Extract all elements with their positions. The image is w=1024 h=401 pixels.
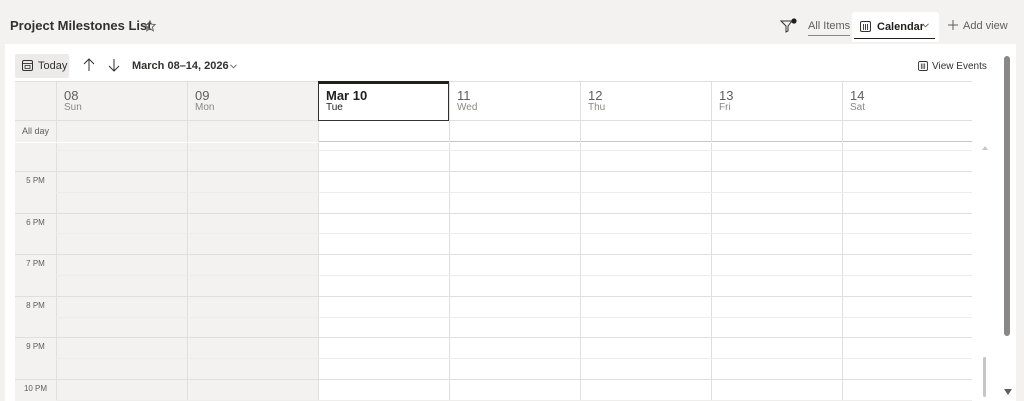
all-day-cell[interactable]: [580, 121, 711, 142]
view-all-items[interactable]: All Items: [808, 20, 851, 36]
day-name: Wed: [457, 102, 478, 113]
all-day-label: All day: [15, 121, 56, 142]
day-header-row: 08 Sun 09 Mon Mar 10 Tue 11 Wed 12 Thu 13 Fri 14 Sat: [15, 81, 973, 121]
hour-label: 5 PM: [26, 176, 45, 185]
day-number: Mar 10: [326, 88, 368, 103]
day-number: 09: [195, 88, 210, 103]
day-header-wed[interactable]: 11 Wed: [449, 82, 580, 121]
chevron-down-icon[interactable]: [230, 64, 237, 69]
day-name: Fri: [719, 102, 731, 113]
week-calendar: 08 Sun 09 Mon Mar 10 Tue 11 Wed 12 Thu 13 Fri 14 Sat …: [15, 81, 972, 401]
hour-line: [15, 379, 972, 380]
chevron-down-icon: [922, 23, 929, 28]
half-hour-line: [56, 150, 972, 152]
calendar-scrollbar[interactable]: [980, 144, 990, 401]
day-header-mon[interactable]: 09 Mon: [187, 82, 318, 121]
calendar-icon[interactable]: [918, 61, 928, 71]
day-name: Sat: [850, 102, 866, 113]
calendar-icon: [22, 60, 33, 71]
scroll-down-icon[interactable]: [1004, 389, 1012, 395]
arrow-down-icon[interactable]: [108, 58, 120, 72]
today-button[interactable]: Today: [15, 54, 69, 78]
calendar-icon: [860, 21, 871, 32]
day-column[interactable]: [580, 143, 711, 401]
selected-view-underline: [854, 38, 935, 39]
day-header-sun[interactable]: 08 Sun: [56, 82, 187, 121]
calendar-toolbar: Today March 08–14, 2026 View Events: [5, 44, 1016, 82]
day-column[interactable]: [318, 143, 449, 401]
half-hour-line: [56, 233, 972, 234]
hour-label: 8 PM: [26, 301, 45, 310]
all-day-row: All day: [15, 120, 972, 142]
hour-label: 6 PM: [26, 218, 45, 227]
all-day-cell[interactable]: [842, 121, 973, 142]
day-name: Sun: [64, 102, 82, 113]
view-calendar-label: Calendar: [877, 21, 925, 33]
half-hour-line: [56, 317, 972, 318]
hour-line: [15, 213, 972, 214]
page-scrollbar[interactable]: [1003, 52, 1013, 401]
command-bar: Project Milestones List All Items Calend…: [0, 0, 1024, 44]
day-header-fri[interactable]: 13 Fri: [711, 82, 842, 121]
all-day-cell[interactable]: [56, 121, 187, 142]
all-day-cell[interactable]: [318, 121, 449, 142]
all-day-cell[interactable]: [711, 121, 842, 142]
day-column[interactable]: [449, 143, 580, 401]
filter-icon[interactable]: [780, 18, 798, 34]
calendar-panel: Today March 08–14, 2026 View Events 08 Su…: [5, 44, 1016, 401]
add-view-button[interactable]: Add view: [963, 20, 1008, 32]
day-header-thu[interactable]: 12 Thu: [580, 82, 711, 121]
view-calendar-tab[interactable]: Calendar: [852, 12, 939, 42]
hour-label: 10 PM: [23, 384, 48, 393]
day-column[interactable]: [711, 143, 842, 401]
day-number: 11: [457, 88, 471, 103]
day-name: Tue: [326, 102, 343, 113]
hour-line: [15, 337, 972, 338]
half-hour-line: [56, 275, 972, 276]
day-header-sat[interactable]: 14 Sat: [842, 82, 973, 121]
hour-line: [15, 254, 972, 255]
view-events-button[interactable]: View Events: [932, 61, 987, 72]
day-name: Mon: [195, 102, 215, 113]
header-gutter: [15, 82, 56, 121]
today-label: Today: [38, 60, 68, 72]
day-name: Thu: [588, 102, 606, 113]
time-grid: 5 PM 6 PM 7 PM 8 PM 9 PM 10 PM: [15, 143, 972, 401]
scrollbar-thumb[interactable]: [983, 357, 986, 397]
day-number: 08: [64, 88, 79, 103]
day-column[interactable]: [842, 143, 973, 401]
arrow-up-icon[interactable]: [83, 58, 95, 72]
half-hour-line: [56, 358, 972, 359]
hour-line: [15, 171, 972, 172]
plus-icon[interactable]: [948, 20, 958, 30]
page-title: Project Milestones List: [10, 18, 152, 33]
day-column[interactable]: [56, 143, 187, 401]
day-column[interactable]: [187, 143, 318, 401]
day-number: 12: [588, 88, 603, 103]
day-header-tue[interactable]: Mar 10 Tue: [318, 81, 449, 121]
all-day-cell[interactable]: [449, 121, 580, 142]
date-range-picker[interactable]: March 08–14, 2026: [132, 60, 229, 72]
hour-line: [15, 296, 972, 297]
hour-label: 9 PM: [26, 342, 45, 351]
page-scrollbar-thumb[interactable]: [1004, 56, 1010, 336]
hour-label: 7 PM: [26, 259, 45, 268]
scroll-up-icon[interactable]: [982, 146, 988, 150]
day-number: 14: [850, 88, 865, 103]
star-icon[interactable]: [144, 20, 156, 32]
all-day-cell[interactable]: [187, 121, 318, 142]
day-number: 13: [719, 88, 734, 103]
half-hour-line: [56, 192, 972, 193]
